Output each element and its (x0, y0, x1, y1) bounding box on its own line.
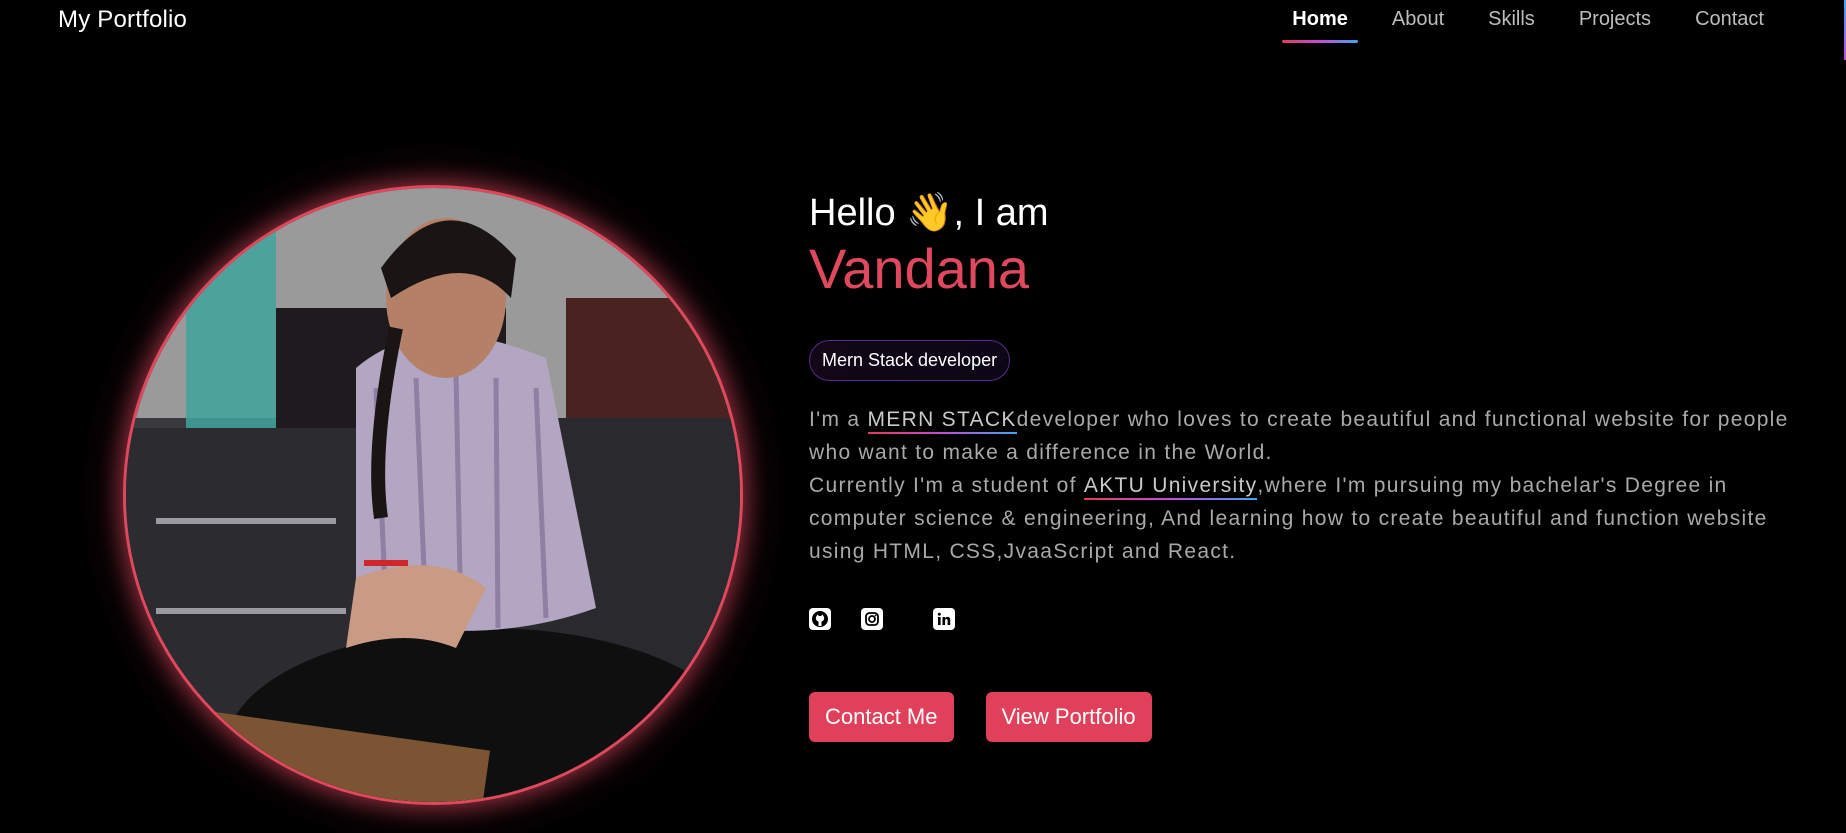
desc-text: I'm a (809, 408, 868, 431)
aktu-university-link[interactable]: AKTU University (1083, 469, 1258, 502)
desc-text: Currently I'm a student of (809, 474, 1084, 497)
hero-description: I'm a MERN STACK developer who loves to … (809, 403, 1819, 568)
hero-section: Hello 👋, I am Vandana Mern Stack develop… (809, 190, 1819, 742)
social-links (809, 608, 1819, 630)
nav-link-home[interactable]: Home (1270, 0, 1370, 43)
nav-link-contact[interactable]: Contact (1673, 0, 1786, 41)
profile-photo-illustration (126, 188, 740, 802)
hello-prefix: Hello (809, 192, 896, 234)
view-portfolio-button[interactable]: View Portfolio (985, 692, 1152, 742)
nav-link-skills[interactable]: Skills (1466, 0, 1557, 41)
cta-buttons: Contact Me View Portfolio (809, 692, 1819, 742)
role-badge: Mern Stack developer (809, 340, 1011, 381)
instagram-icon[interactable] (861, 608, 883, 630)
profile-photo (126, 188, 740, 802)
nav-link-projects[interactable]: Projects (1557, 0, 1673, 41)
linkedin-icon[interactable] (933, 608, 955, 630)
mern-stack-link[interactable]: MERN STACK (867, 403, 1017, 436)
hello-suffix: , I am (953, 192, 1049, 234)
hello-heading: Hello 👋, I am (809, 190, 1819, 236)
nav-link-about[interactable]: About (1370, 0, 1466, 41)
github-icon[interactable] (809, 608, 831, 630)
contact-me-button[interactable]: Contact Me (809, 692, 954, 742)
nav-links: Home About Skills Projects Contact (1270, 0, 1786, 43)
hero-name: Vandana (809, 237, 1030, 300)
brand-logo[interactable]: My Portfolio (58, 6, 187, 34)
wave-icon: 👋 (906, 192, 954, 234)
navbar: My Portfolio Home About Skills Projects … (0, 0, 1846, 60)
